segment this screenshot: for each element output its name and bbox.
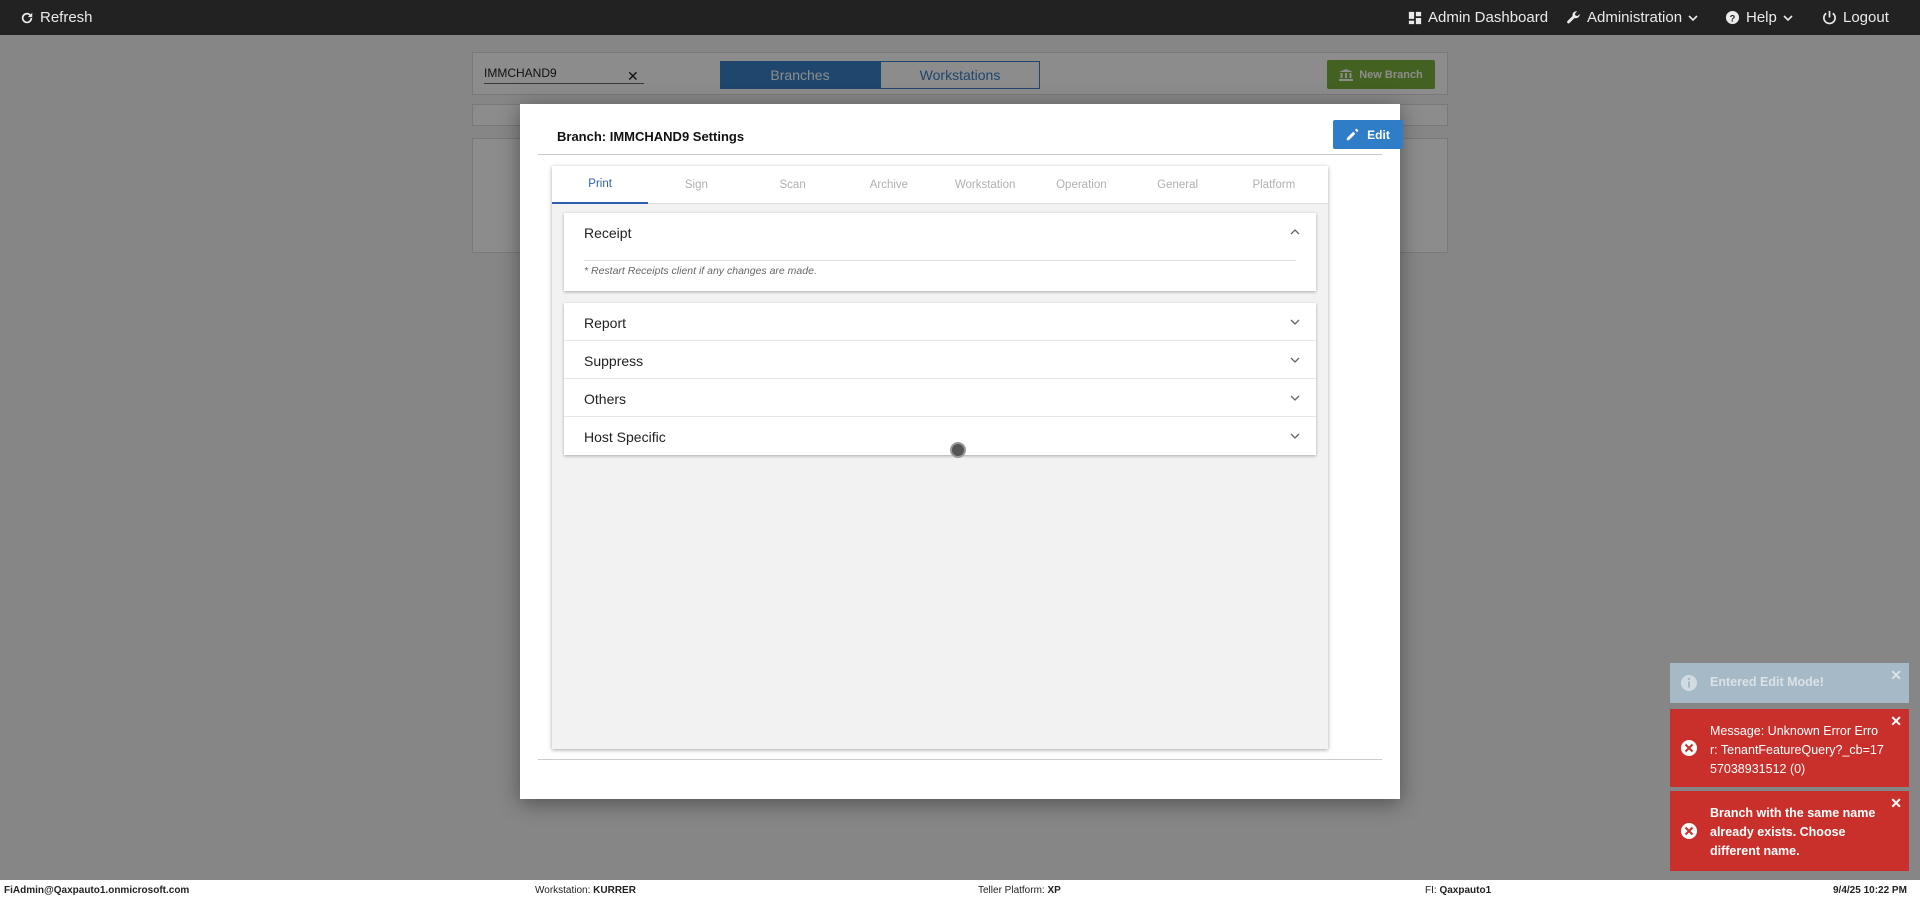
platform-value: XP: [1047, 885, 1061, 896]
chevron-down-icon: [1290, 357, 1300, 363]
suppress-section[interactable]: Suppress: [564, 341, 1316, 379]
modal-title: Branch: IMMCHAND9 Settings: [557, 129, 745, 144]
tab-archive[interactable]: Archive: [841, 166, 937, 204]
status-platform: Teller Platform: XP: [978, 885, 1061, 896]
close-icon[interactable]: ✕: [1890, 667, 1902, 684]
mouse-cursor: [950, 442, 966, 458]
refresh-button[interactable]: Refresh: [20, 0, 93, 35]
close-icon[interactable]: ✕: [1890, 713, 1902, 730]
tab-sign[interactable]: Sign: [648, 166, 744, 204]
suppress-label: Suppress: [584, 353, 644, 369]
info-toast: Entered Edit Mode! ✕: [1670, 663, 1909, 703]
status-user: FiAdmin@Qaxpauto1.onmicrosoft.com: [4, 885, 190, 896]
error-toast-unknown: Message: Unknown Error Error: TenantFeat…: [1670, 709, 1909, 787]
info-toast-text: Entered Edit Mode!: [1710, 675, 1824, 689]
others-label: Others: [584, 391, 627, 407]
platform-label: Teller Platform:: [978, 885, 1045, 896]
edit-label: Edit: [1367, 127, 1390, 142]
error-toast-text: Branch with the same name already exists…: [1710, 806, 1876, 858]
others-section[interactable]: Others: [564, 379, 1316, 417]
dashboard-icon: [1408, 11, 1422, 24]
report-label: Report: [584, 315, 627, 331]
info-icon: [1681, 675, 1697, 691]
fi-label: FI:: [1425, 885, 1437, 896]
tab-print[interactable]: Print: [552, 166, 649, 204]
host-specific-label: Host Specific: [584, 429, 666, 445]
divider: [584, 260, 1296, 261]
workstation-value: KURRER: [593, 885, 636, 896]
close-icon[interactable]: ✕: [1890, 795, 1902, 812]
chevron-down-icon: [1290, 433, 1300, 439]
tab-scan[interactable]: Scan: [745, 166, 841, 204]
svg-text:?: ?: [1730, 13, 1736, 23]
help-icon: ?: [1725, 10, 1740, 25]
receipt-label: Receipt: [584, 225, 632, 241]
error-icon: [1681, 740, 1697, 756]
tab-general[interactable]: General: [1130, 166, 1226, 204]
power-icon: [1823, 10, 1836, 25]
receipt-note: * Restart Receipts client if any changes…: [584, 265, 817, 277]
top-nav-bar: Refresh Admin Dashboard Administration ?…: [0, 0, 1920, 35]
status-datetime: 9/4/25 10:22 PM: [1833, 885, 1907, 896]
logout-button[interactable]: Logout: [1822, 0, 1889, 35]
receipt-header[interactable]: Receipt: [564, 213, 1316, 251]
status-fi: FI: Qaxpauto1: [1425, 885, 1491, 896]
pencil-icon: [1346, 128, 1359, 141]
workstation-label: Workstation:: [535, 885, 591, 896]
host-specific-section[interactable]: Host Specific: [564, 417, 1316, 455]
error-toast-duplicate: Branch with the same name already exists…: [1670, 791, 1909, 871]
status-bar: FiAdmin@Qaxpauto1.onmicrosoft.com Workst…: [0, 880, 1920, 901]
administration-label: Administration: [1587, 9, 1683, 26]
tab-workstation[interactable]: Workstation: [937, 166, 1033, 204]
wrench-icon: [1567, 11, 1580, 24]
status-workstation: Workstation: KURRER: [535, 885, 636, 896]
settings-panel: Print Sign Scan Archive Workstation Oper…: [552, 166, 1328, 749]
chevron-down-icon: [1290, 395, 1300, 401]
help-menu[interactable]: ? Help: [1725, 0, 1793, 35]
chevron-down-icon: [1290, 319, 1300, 325]
refresh-icon: [21, 12, 33, 23]
report-section[interactable]: Report: [564, 303, 1316, 341]
help-label: Help: [1746, 9, 1777, 26]
chevron-up-icon: [1290, 229, 1300, 235]
tab-platform[interactable]: Platform: [1226, 166, 1322, 204]
chevron-down-icon: [1688, 14, 1698, 21]
edit-button[interactable]: Edit: [1333, 120, 1403, 149]
error-icon: [1681, 823, 1697, 839]
fi-value: Qaxpauto1: [1439, 885, 1492, 896]
chevron-down-icon: [1783, 14, 1793, 21]
receipt-section: Receipt * Restart Receipts client if any…: [564, 213, 1316, 291]
tab-operation[interactable]: Operation: [1033, 166, 1129, 204]
modal-header: Branch: IMMCHAND9 Settings Edit: [538, 120, 1403, 155]
settings-accordion: Report Suppress Others Host Specific: [564, 303, 1316, 455]
logout-label: Logout: [1843, 9, 1889, 26]
admin-dashboard-link[interactable]: Admin Dashboard: [1408, 0, 1548, 35]
administration-menu[interactable]: Administration: [1566, 0, 1698, 35]
settings-tabs: Print Sign Scan Archive Workstation Oper…: [552, 166, 1328, 204]
admin-dashboard-label: Admin Dashboard: [1428, 9, 1549, 26]
error-toast-text: Message: Unknown Error Error: TenantFeat…: [1710, 724, 1884, 776]
refresh-label: Refresh: [40, 9, 93, 26]
